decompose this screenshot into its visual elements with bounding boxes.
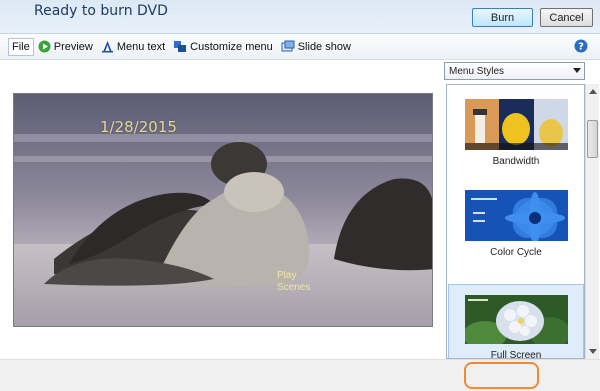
menu-text-label: Menu text bbox=[116, 40, 166, 53]
customize-menu-button[interactable]: Customize menu bbox=[173, 37, 273, 57]
svg-text:?: ? bbox=[578, 42, 584, 53]
burn-highlight-ring bbox=[464, 362, 539, 389]
cancel-label: Cancel bbox=[549, 11, 584, 24]
slide-show-label: Slide show bbox=[297, 40, 351, 53]
cancel-button[interactable]: Cancel bbox=[540, 8, 593, 27]
seal-photo bbox=[14, 94, 432, 326]
file-menu-label: File bbox=[12, 40, 30, 53]
preview-label: Preview bbox=[53, 40, 93, 53]
menu-styles-list: Bandwidth Color Cycle Full Screen bbox=[446, 84, 585, 359]
preview-button[interactable]: Preview bbox=[38, 37, 93, 57]
menu-preview-image: 1/28/2015 Play Scenes bbox=[13, 93, 433, 327]
scroll-down-icon[interactable] bbox=[589, 349, 597, 354]
slideshow-icon bbox=[281, 40, 295, 52]
menu-play-label[interactable]: Play bbox=[277, 270, 310, 282]
style-item-bandwidth[interactable]: Bandwidth bbox=[448, 89, 584, 167]
menu-text-button[interactable]: Menu text bbox=[101, 37, 165, 57]
customize-menu-label: Customize menu bbox=[190, 40, 273, 53]
window-title: Ready to burn DVD bbox=[34, 3, 168, 19]
text-icon bbox=[101, 41, 113, 53]
bandwidth-thumbnail bbox=[464, 99, 568, 150]
style-item-color-cycle[interactable]: Color Cycle bbox=[448, 180, 584, 258]
color-cycle-thumbnail bbox=[464, 190, 568, 241]
menu-play-scenes: Play Scenes bbox=[277, 270, 310, 294]
full-screen-thumbnail bbox=[464, 295, 568, 344]
style-label-full-screen: Full Screen bbox=[490, 350, 542, 359]
menu-styles-dropdown[interactable]: Menu Styles bbox=[444, 62, 585, 80]
customize-icon bbox=[174, 41, 187, 52]
scroll-thumb[interactable] bbox=[587, 120, 598, 158]
play-icon bbox=[38, 40, 51, 53]
menu-date-text: 1/28/2015 bbox=[100, 118, 177, 136]
styles-scrollbar[interactable] bbox=[585, 84, 599, 359]
menu-styles-value: Menu Styles bbox=[449, 65, 505, 77]
style-label-bandwidth: Bandwidth bbox=[492, 156, 540, 167]
burn-button[interactable]: Burn bbox=[472, 8, 533, 27]
burn-label: Burn bbox=[490, 11, 515, 24]
style-item-full-screen[interactable]: Full Screen bbox=[448, 284, 584, 359]
style-label-color-cycle: Color Cycle bbox=[490, 247, 542, 258]
chevron-down-icon bbox=[573, 68, 581, 73]
scroll-up-icon[interactable] bbox=[589, 89, 597, 94]
toolbar: File Preview Menu text Customize menu Sl… bbox=[0, 34, 600, 60]
help-icon[interactable]: ? bbox=[574, 39, 588, 53]
slide-show-button[interactable]: Slide show bbox=[281, 37, 351, 57]
file-menu-button[interactable]: File bbox=[8, 37, 34, 56]
menu-scenes-label[interactable]: Scenes bbox=[277, 282, 310, 294]
